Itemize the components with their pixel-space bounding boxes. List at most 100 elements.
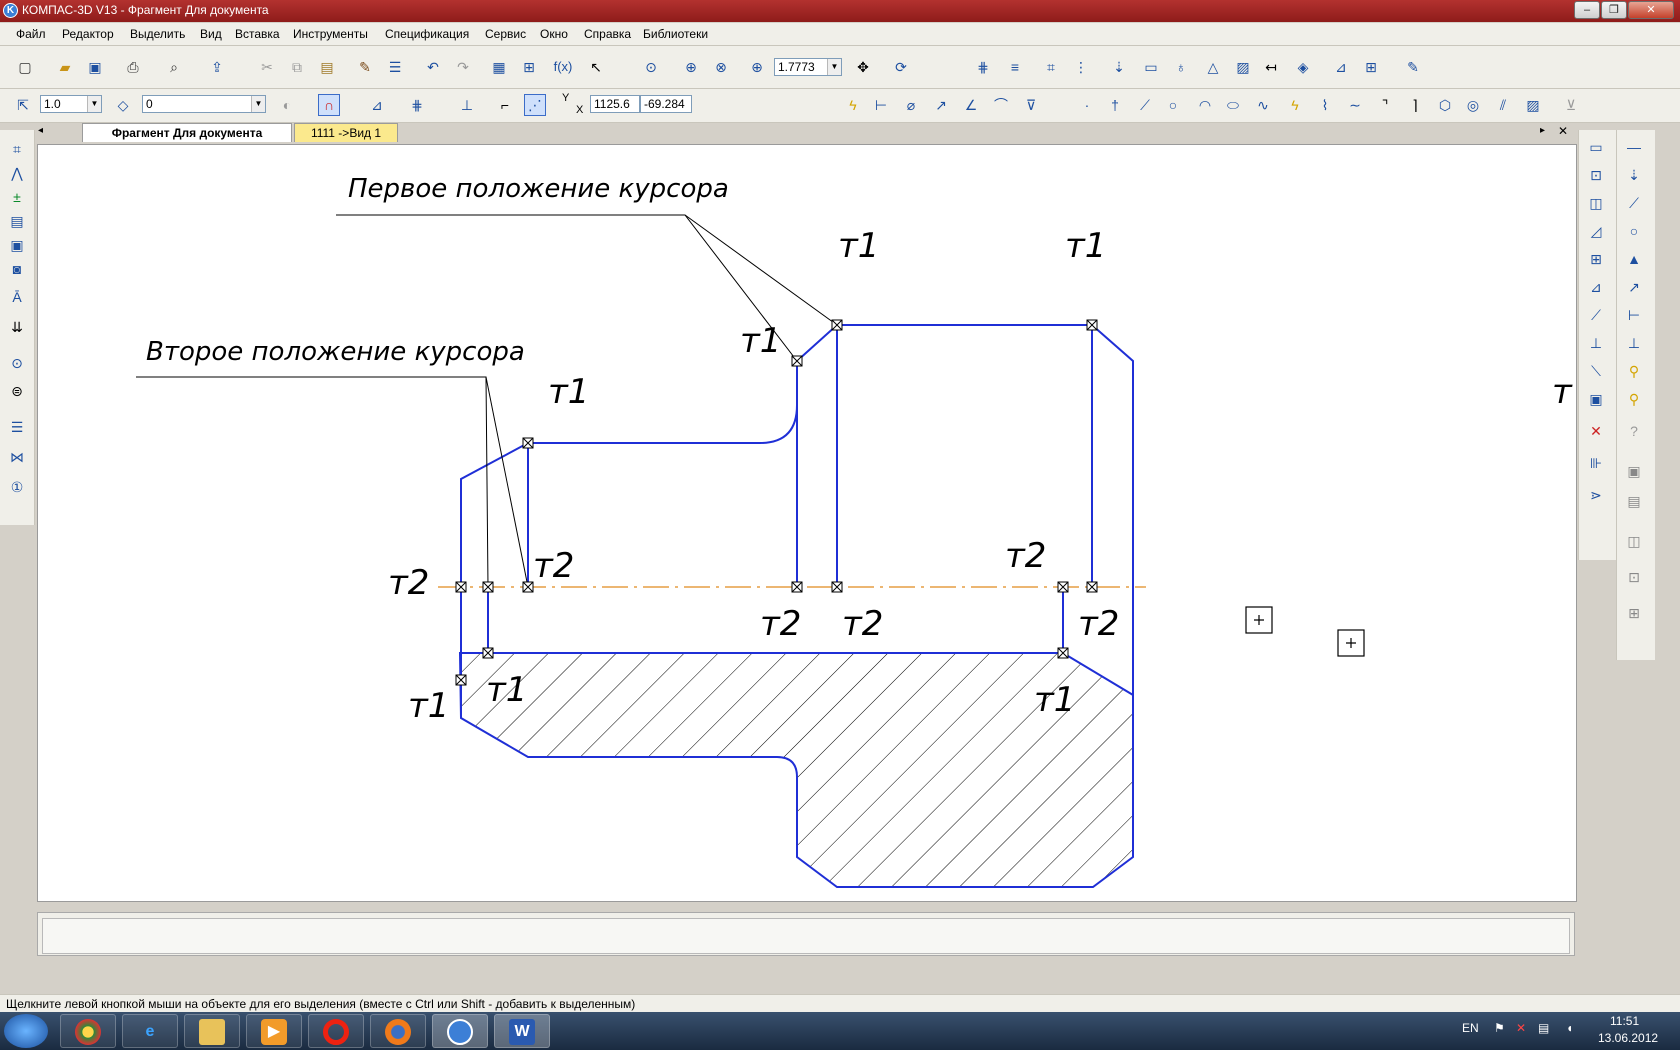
redo-icon[interactable]: ↷ [452,56,474,78]
geometry-panel-icon[interactable]: ⌗ [6,138,28,160]
tool-icon[interactable]: ⇣ [1623,164,1645,186]
tool-icon[interactable]: ⟋ [1623,192,1645,214]
tool-icon[interactable]: ⋗ [1585,484,1607,506]
style-icon[interactable]: ◐ [276,94,298,116]
tool-icon[interactable]: ↗ [1623,276,1645,298]
marker[interactable] [455,674,467,686]
network-icon[interactable]: ▤ [1538,1021,1549,1035]
tool-icon[interactable]: ⊥ [1585,332,1607,354]
tool-icon[interactable]: ⊞ [1585,248,1607,270]
leader-first-branch[interactable] [684,214,838,326]
marker[interactable] [791,355,803,367]
tool-icon[interactable]: ◫ [1623,530,1645,552]
parametric-mode-icon[interactable]: ⋰ [524,94,546,116]
leader-second-branch[interactable] [485,376,529,588]
properties-panel-content[interactable] [42,918,1570,954]
arc-dimension-icon[interactable]: ⌒ [990,94,1012,116]
tool-icon[interactable]: ⚲ [1623,388,1645,410]
tool-icon[interactable]: ▭ [1585,136,1607,158]
help-pointer-icon[interactable]: ↖ [585,56,607,78]
start-button[interactable] [4,1014,48,1048]
tool-icon[interactable]: ▣ [1623,460,1645,482]
local-cs-icon[interactable]: ⊿ [366,94,388,116]
symbols-panel-icon[interactable]: ± [6,186,28,208]
variables-icon[interactable]: ⊞ [518,56,540,78]
taskbar-chrome[interactable] [60,1014,116,1048]
undo-icon[interactable]: ↶ [422,56,444,78]
menu-libraries[interactable]: Библиотеки [643,27,708,41]
measure-panel-icon[interactable]: ◙ [6,258,28,280]
menu-editor[interactable]: Редактор [62,27,114,41]
tool-icon[interactable]: ⊡ [1623,566,1645,588]
marker[interactable] [1057,581,1069,593]
dimensions-panel-icon[interactable]: ⋀ [6,162,28,184]
marker[interactable] [482,581,494,593]
zoom-fit-icon[interactable]: ⊗ [710,56,732,78]
roughness-icon[interactable]: △ [1202,56,1224,78]
magnet-snap-icon[interactable]: ∩ [318,94,340,116]
report-panel-icon[interactable]: ⊙ [6,352,28,374]
layer-field[interactable]: 0 ▼ [142,95,266,113]
minimize-button[interactable]: – [1574,1,1600,19]
paste-icon[interactable]: ▤ [316,56,338,78]
clock-time[interactable]: 11:51 [1610,1014,1639,1028]
save-icon[interactable]: ▣ [84,56,106,78]
editing-panel-icon[interactable]: ▤ [6,210,28,232]
taskbar-opera[interactable] [308,1014,364,1048]
leader-icon[interactable]: ↤ [1260,56,1282,78]
fillet-icon[interactable]: ⌉ [1404,94,1426,116]
select-panel-icon[interactable]: Ā [6,286,28,308]
cursor-marker-1[interactable] [1245,606,1273,634]
tool-icon[interactable]: — [1623,136,1645,158]
symbol-icon[interactable]: ♁ [1170,56,1192,78]
step-field[interactable]: 1.0 ▼ [40,95,102,113]
copy-icon[interactable]: ⧉ [286,56,308,78]
export-icon[interactable]: ⇪ [206,56,228,78]
clock-date[interactable]: 13.06.2012 [1598,1031,1658,1045]
macro-panel-icon[interactable]: ① [6,476,28,498]
zoom-level-field[interactable]: 1.7773 ▼ [774,58,842,76]
marker[interactable] [1086,581,1098,593]
parametric-icon[interactable]: ⊞ [1360,56,1382,78]
tab-scroll-right-icon[interactable]: ▸ [1540,125,1545,136]
angle-icon[interactable]: ∠ [960,94,982,116]
tool-icon[interactable]: ⊡ [1585,164,1607,186]
marker[interactable] [791,581,803,593]
tool-icon[interactable]: ⊞ [1623,602,1645,624]
hatched-region[interactable] [458,652,1134,888]
network-error-icon[interactable]: ✕ [1516,1021,1526,1035]
open-folder-icon[interactable]: ▰ [54,56,76,78]
coordinate-system-icon[interactable]: ⊥ [456,94,478,116]
taskbar-word[interactable]: W [494,1014,550,1048]
manager-icon[interactable]: ▦ [488,56,510,78]
delete-icon[interactable]: ✕ [1585,420,1607,442]
segment-icon[interactable]: ⟋ [1134,94,1156,116]
height-icon[interactable]: ⊽ [1020,94,1042,116]
marker[interactable] [831,319,843,331]
bezier-icon[interactable]: ∼ [1344,94,1366,116]
properties-icon[interactable]: ☰ [384,56,406,78]
edit-icon[interactable]: ⊿ [1330,56,1352,78]
cursor-marker-2[interactable] [1337,629,1365,657]
tool-icon[interactable]: ⚲ [1623,360,1645,382]
hatch-icon[interactable]: ▨ [1232,56,1254,78]
chevron-down-icon[interactable]: ▼ [251,96,265,112]
geometry-icon[interactable]: ⌗ [1040,56,1062,78]
point-icon[interactable]: ⋮ [1070,56,1092,78]
dimension-icon[interactable]: ⇣ [1108,56,1130,78]
chevron-down-icon[interactable]: ▼ [87,96,101,112]
tab-view[interactable]: 1111 ->Вид 1 [294,123,398,142]
taskbar-ie[interactable]: e [122,1014,178,1048]
fillet-lightning-icon[interactable]: ϟ [1284,94,1306,116]
menu-service[interactable]: Сервис [485,27,526,41]
spec-panel-icon[interactable]: ⇊ [6,316,28,338]
print-preview-icon[interactable]: ⌕ [163,56,185,78]
tool-icon[interactable]: ⟋ [1585,304,1607,326]
measure-icon[interactable]: ✎ [1402,56,1424,78]
tab-close-icon[interactable]: ✕ [1558,124,1568,138]
language-indicator[interactable]: EN [1462,1021,1479,1035]
marker[interactable] [522,581,534,593]
taskbar-kompas[interactable] [432,1014,488,1048]
aux-line-icon[interactable]: † [1104,94,1126,116]
coord-y-field[interactable]: 1125.6 [590,95,640,113]
